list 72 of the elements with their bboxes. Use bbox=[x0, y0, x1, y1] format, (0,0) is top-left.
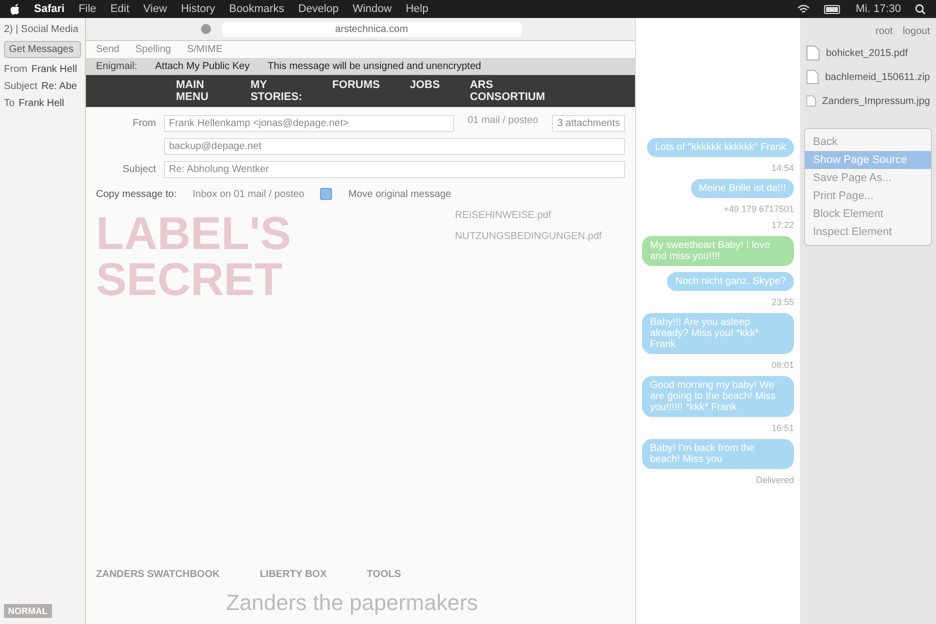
chat-bubble: Baby! I'm back from the beach! Miss you bbox=[642, 439, 794, 469]
tagline: Zanders the papermakers bbox=[225, 589, 479, 617]
chat-bubble: Good morning my baby! We are going to the beach! Miss you!!!!!! *kkk* Frank bbox=[642, 376, 794, 417]
file-icon bbox=[806, 93, 816, 109]
toolbar-button[interactable]: S/MIME bbox=[186, 44, 223, 55]
nav-link[interactable]: MAIN MENU bbox=[176, 79, 220, 103]
header-label: To bbox=[4, 98, 15, 109]
checkbox-label: Move original message bbox=[348, 188, 452, 200]
menu-item[interactable]: Bookmarks bbox=[229, 3, 284, 15]
clock: Mi. 17:30 bbox=[856, 3, 901, 15]
header-value: Re: Abe bbox=[41, 81, 77, 92]
folder-title: 2) | Social Media bbox=[4, 24, 80, 35]
header-label: Subject bbox=[4, 81, 38, 92]
message-time: 14:54 bbox=[771, 163, 794, 173]
file-icon bbox=[806, 45, 820, 61]
from-label: From bbox=[132, 118, 156, 129]
menu-item[interactable]: Window bbox=[352, 3, 392, 15]
address-field[interactable]: arstechnica.com bbox=[222, 22, 522, 36]
menu-item[interactable]: View bbox=[143, 3, 167, 15]
header-link[interactable]: logout bbox=[902, 26, 930, 37]
header-link[interactable]: root bbox=[876, 26, 893, 37]
copy-label: Copy message to: bbox=[96, 188, 177, 200]
message-time: 08:01 bbox=[771, 360, 794, 370]
file-name[interactable]: bachlemeid_150611.zip bbox=[825, 72, 930, 82]
message-time: +49 179 6717501 bbox=[724, 204, 794, 214]
message-time: 23:55 bbox=[771, 297, 794, 307]
message-time: 16:51 bbox=[771, 423, 794, 433]
message-time: 17:22 bbox=[771, 220, 794, 230]
chat-bubble: Meine Brille ist da!!! bbox=[690, 179, 794, 198]
toolbar-button[interactable]: Spelling bbox=[135, 44, 171, 55]
header-value: Frank Hell bbox=[18, 98, 64, 109]
header-label: From bbox=[4, 64, 28, 75]
nav-link[interactable]: ARS CONSORTIUM bbox=[470, 79, 545, 103]
menu-item[interactable]: Help bbox=[406, 3, 428, 15]
chat-bubble: Lots of "kkkkkk kkkkkk" Frank bbox=[646, 138, 794, 157]
chat-bubble: My sweetheart Baby! I love and miss you!!!! bbox=[642, 236, 794, 266]
nav-link[interactable]: FORUMS bbox=[332, 79, 380, 103]
attachments-field[interactable]: 3 attachments bbox=[552, 115, 625, 132]
copy-folder: Inbox on 01 mail / posteo bbox=[192, 188, 304, 200]
file-icon bbox=[806, 69, 820, 85]
delivered-status: Delivered bbox=[756, 475, 794, 485]
encryption-status: This message will be unsigned and unencrypted bbox=[268, 61, 482, 72]
menu-item[interactable]: Edit bbox=[110, 3, 130, 15]
menu-item[interactable]: History bbox=[180, 3, 216, 15]
subject-label: Subject bbox=[122, 164, 156, 175]
get-messages-button[interactable]: Get Messages bbox=[4, 41, 81, 58]
file-name[interactable]: Zanders_Impressum.jpg bbox=[822, 96, 930, 106]
column-heading: ZANDERS SWATCHBOOK bbox=[96, 569, 220, 580]
account-name: 01 mail / posteo bbox=[468, 115, 538, 128]
nav-link[interactable]: MY STORIES: bbox=[250, 79, 302, 103]
menu-item[interactable]: Develop bbox=[298, 3, 339, 15]
menu-item[interactable]: File bbox=[78, 3, 96, 15]
subject-field[interactable]: Re: Abholung Wentker bbox=[164, 161, 625, 178]
chat-bubble: Baby!!! Are you asleep already? Miss you! *kkk* Frank bbox=[642, 313, 794, 354]
wifi-icon bbox=[796, 4, 810, 14]
chat-bubble: Noch nicht ganz. Skype? bbox=[667, 272, 794, 291]
nav-link[interactable]: JOBS bbox=[410, 79, 440, 103]
app-menu[interactable]: Safari bbox=[34, 3, 65, 15]
search-icon bbox=[915, 4, 926, 14]
file-name[interactable]: bohicket_2015.pdf bbox=[826, 48, 908, 58]
recipient-field[interactable]: backup@depage.net bbox=[164, 138, 625, 155]
column-heading: LIBERTY BOX bbox=[260, 569, 327, 580]
column-heading: TOOLS bbox=[366, 569, 402, 580]
header-value: Frank Hell bbox=[31, 64, 77, 75]
apple-icon bbox=[10, 3, 20, 15]
enigmail-label: Enigmail: bbox=[96, 61, 138, 72]
toolbar-button[interactable]: Send bbox=[96, 44, 120, 55]
checkbox[interactable] bbox=[320, 188, 332, 200]
from-field[interactable]: Frank Hellenkamp <jonas@depage.net> bbox=[164, 115, 454, 132]
battery-icon bbox=[824, 4, 842, 14]
editor-mode: NORMAL bbox=[4, 604, 52, 618]
attach-key-button[interactable]: Attach My Public Key bbox=[155, 61, 250, 72]
